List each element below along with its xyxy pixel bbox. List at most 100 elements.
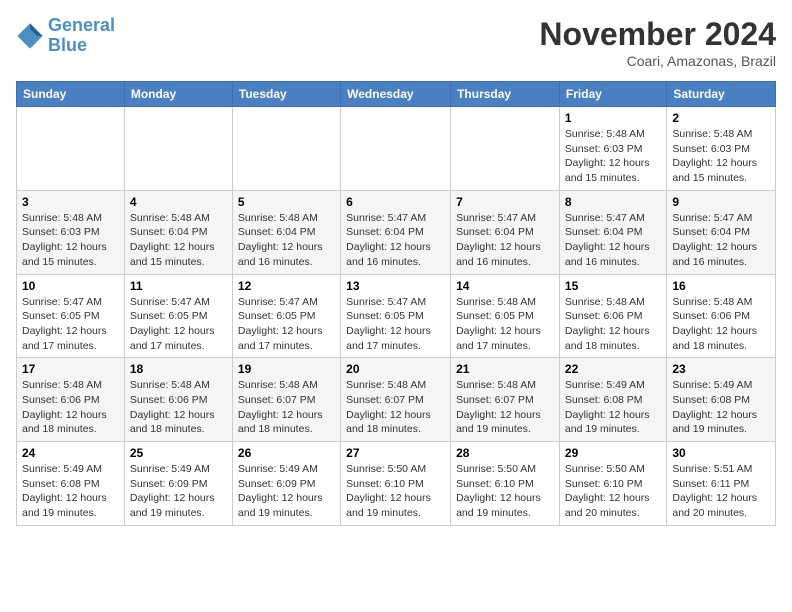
day-number: 11 [130,279,227,293]
day-number: 16 [672,279,770,293]
day-info: Sunrise: 5:48 AM Sunset: 6:03 PM Dayligh… [672,127,770,186]
day-number: 14 [456,279,554,293]
day-info: Sunrise: 5:48 AM Sunset: 6:03 PM Dayligh… [565,127,661,186]
calendar-cell [341,107,451,191]
day-info: Sunrise: 5:48 AM Sunset: 6:07 PM Dayligh… [238,378,335,437]
day-info: Sunrise: 5:47 AM Sunset: 6:05 PM Dayligh… [238,295,335,354]
day-info: Sunrise: 5:48 AM Sunset: 6:03 PM Dayligh… [22,211,119,270]
day-info: Sunrise: 5:47 AM Sunset: 6:05 PM Dayligh… [130,295,227,354]
calendar-cell: 20Sunrise: 5:48 AM Sunset: 6:07 PM Dayli… [341,358,451,442]
day-info: Sunrise: 5:48 AM Sunset: 6:06 PM Dayligh… [22,378,119,437]
logo-line2: Blue [48,35,87,55]
calendar-cell: 7 Sunrise: 5:47 AM Sunset: 6:04 PM Daylig… [451,190,560,274]
day-of-week-header: Monday [124,82,232,107]
day-number: 5 [238,195,335,209]
day-info: Sunrise: 5:47 AM Sunset: 6:04 PM Dayligh… [456,211,554,270]
logo-icon [16,22,44,50]
day-of-week-header: Sunday [17,82,125,107]
day-info: Sunrise: 5:49 AM Sunset: 6:09 PM Dayligh… [238,462,335,521]
day-info: Sunrise: 5:50 AM Sunset: 6:10 PM Dayligh… [456,462,554,521]
location: Coari, Amazonas, Brazil [539,53,776,69]
day-number: 25 [130,446,227,460]
day-of-week-header: Wednesday [341,82,451,107]
calendar-week-row: 10 Sunrise: 5:47 AM Sunset: 6:05 PM Dayli… [17,274,776,358]
day-number: 3 [22,195,119,209]
day-number: 6 [346,195,445,209]
calendar-week-row: 1Sunrise: 5:48 AM Sunset: 6:03 PM Daylig… [17,107,776,191]
day-number: 26 [238,446,335,460]
day-info: Sunrise: 5:51 AM Sunset: 6:11 PM Dayligh… [672,462,770,521]
calendar-cell: 28 Sunrise: 5:50 AM Sunset: 6:10 PM Dayli… [451,442,560,526]
title-block: November 2024 Coari, Amazonas, Brazil [539,16,776,69]
day-of-week-header: Saturday [667,82,776,107]
day-number: 7 [456,195,554,209]
calendar-cell: 22 Sunrise: 5:49 AM Sunset: 6:08 PM Dayli… [559,358,666,442]
day-info: Sunrise: 5:47 AM Sunset: 6:04 PM Dayligh… [672,211,770,270]
day-number: 23 [672,362,770,376]
calendar-cell: 25 Sunrise: 5:49 AM Sunset: 6:09 PM Dayli… [124,442,232,526]
day-number: 29 [565,446,661,460]
calendar-cell [451,107,560,191]
calendar-cell: 6Sunrise: 5:47 AM Sunset: 6:04 PM Daylig… [341,190,451,274]
day-info: Sunrise: 5:48 AM Sunset: 6:05 PM Dayligh… [456,295,554,354]
calendar-cell: 11 Sunrise: 5:47 AM Sunset: 6:05 PM Dayli… [124,274,232,358]
day-number: 2 [672,111,770,125]
calendar-cell: 27 Sunrise: 5:50 AM Sunset: 6:10 PM Dayli… [341,442,451,526]
day-of-week-header: Thursday [451,82,560,107]
day-info: Sunrise: 5:49 AM Sunset: 6:09 PM Dayligh… [130,462,227,521]
calendar-cell: 26 Sunrise: 5:49 AM Sunset: 6:09 PM Dayli… [232,442,340,526]
calendar-cell: 15Sunrise: 5:48 AM Sunset: 6:06 PM Dayli… [559,274,666,358]
day-info: Sunrise: 5:48 AM Sunset: 6:07 PM Dayligh… [346,378,445,437]
day-info: Sunrise: 5:48 AM Sunset: 6:04 PM Dayligh… [130,211,227,270]
calendar-cell: 2 Sunrise: 5:48 AM Sunset: 6:03 PM Daylig… [667,107,776,191]
day-number: 15 [565,279,661,293]
calendar-cell: 9 Sunrise: 5:47 AM Sunset: 6:04 PM Daylig… [667,190,776,274]
day-number: 30 [672,446,770,460]
day-number: 22 [565,362,661,376]
calendar-cell: 8 Sunrise: 5:47 AM Sunset: 6:04 PM Daylig… [559,190,666,274]
calendar-header-row: SundayMondayTuesdayWednesdayThursdayFrid… [17,82,776,107]
calendar-cell: 19Sunrise: 5:48 AM Sunset: 6:07 PM Dayli… [232,358,340,442]
day-number: 13 [346,279,445,293]
day-info: Sunrise: 5:49 AM Sunset: 6:08 PM Dayligh… [565,378,661,437]
calendar-week-row: 3 Sunrise: 5:48 AM Sunset: 6:03 PM Daylig… [17,190,776,274]
day-number: 12 [238,279,335,293]
calendar-cell: 30 Sunrise: 5:51 AM Sunset: 6:11 PM Dayli… [667,442,776,526]
calendar-cell: 4Sunrise: 5:48 AM Sunset: 6:04 PM Daylig… [124,190,232,274]
calendar-cell: 12 Sunrise: 5:47 AM Sunset: 6:05 PM Dayli… [232,274,340,358]
day-info: Sunrise: 5:50 AM Sunset: 6:10 PM Dayligh… [346,462,445,521]
logo-line1: General [48,15,115,35]
day-number: 24 [22,446,119,460]
day-info: Sunrise: 5:50 AM Sunset: 6:10 PM Dayligh… [565,462,661,521]
calendar-cell: 24Sunrise: 5:49 AM Sunset: 6:08 PM Dayli… [17,442,125,526]
day-number: 10 [22,279,119,293]
calendar-week-row: 24Sunrise: 5:49 AM Sunset: 6:08 PM Dayli… [17,442,776,526]
calendar-cell: 21Sunrise: 5:48 AM Sunset: 6:07 PM Dayli… [451,358,560,442]
month-title: November 2024 [539,16,776,53]
day-info: Sunrise: 5:48 AM Sunset: 6:06 PM Dayligh… [672,295,770,354]
calendar-cell: 5 Sunrise: 5:48 AM Sunset: 6:04 PM Daylig… [232,190,340,274]
day-number: 9 [672,195,770,209]
day-of-week-header: Tuesday [232,82,340,107]
day-info: Sunrise: 5:48 AM Sunset: 6:04 PM Dayligh… [238,211,335,270]
calendar-cell: 23 Sunrise: 5:49 AM Sunset: 6:08 PM Dayli… [667,358,776,442]
calendar-cell: 13Sunrise: 5:47 AM Sunset: 6:05 PM Dayli… [341,274,451,358]
calendar-cell [124,107,232,191]
day-number: 27 [346,446,445,460]
day-number: 28 [456,446,554,460]
calendar-cell [232,107,340,191]
day-number: 8 [565,195,661,209]
calendar-cell: 18 Sunrise: 5:48 AM Sunset: 6:06 PM Dayli… [124,358,232,442]
calendar-cell: 1Sunrise: 5:48 AM Sunset: 6:03 PM Daylig… [559,107,666,191]
day-info: Sunrise: 5:47 AM Sunset: 6:05 PM Dayligh… [22,295,119,354]
calendar-cell: 29 Sunrise: 5:50 AM Sunset: 6:10 PM Dayli… [559,442,666,526]
day-info: Sunrise: 5:48 AM Sunset: 6:06 PM Dayligh… [130,378,227,437]
page-header: General Blue November 2024 Coari, Amazon… [16,16,776,69]
logo-text: General Blue [48,16,115,56]
day-number: 18 [130,362,227,376]
calendar-table: SundayMondayTuesdayWednesdayThursdayFrid… [16,81,776,526]
calendar-cell: 10 Sunrise: 5:47 AM Sunset: 6:05 PM Dayli… [17,274,125,358]
day-info: Sunrise: 5:49 AM Sunset: 6:08 PM Dayligh… [672,378,770,437]
day-info: Sunrise: 5:47 AM Sunset: 6:04 PM Dayligh… [565,211,661,270]
calendar-week-row: 17Sunrise: 5:48 AM Sunset: 6:06 PM Dayli… [17,358,776,442]
